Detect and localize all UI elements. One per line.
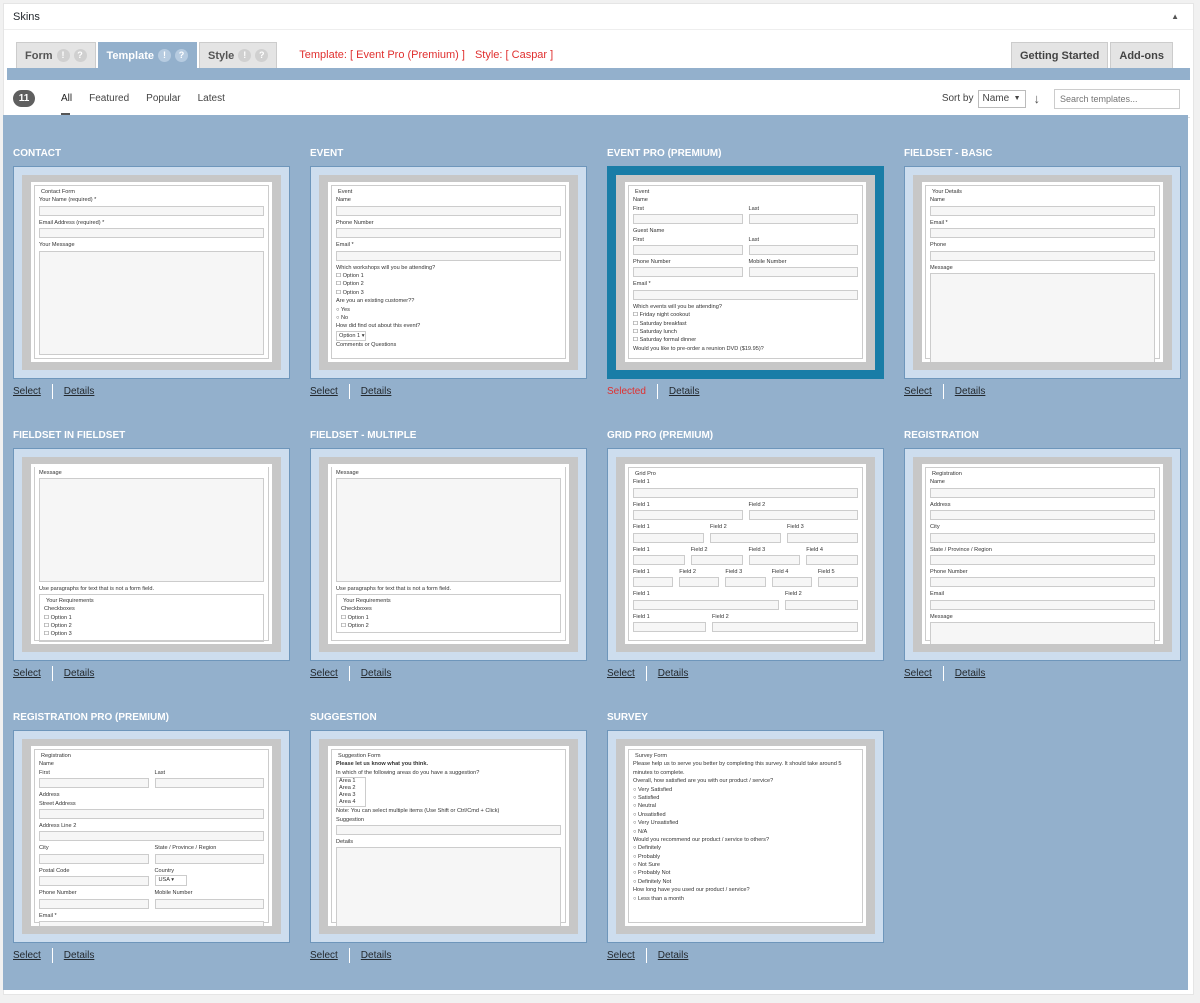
panel-header[interactable]: Skins ▲ <box>4 4 1193 30</box>
info-icon[interactable]: ! <box>238 49 252 62</box>
filter-bar: 11 All Featured Popular Latest Sort by N… <box>7 80 1190 118</box>
tab-add-ons[interactable]: Add-ons <box>1110 42 1173 68</box>
tab-bar: Form ! ? Template ! ? Style ! ? Template… <box>4 30 1193 68</box>
select-link[interactable]: Select <box>607 668 635 679</box>
select-link[interactable]: Select <box>904 668 932 679</box>
template-card-fieldset-basic: FIELDSET - BASIC Your Details Name Email… <box>904 148 1184 399</box>
card-title: CONTACT <box>13 148 62 159</box>
select-link[interactable]: Select <box>13 386 41 397</box>
details-link[interactable]: Details <box>361 386 392 397</box>
template-preview[interactable]: Event Name First Last Guest Name First Las… <box>607 166 884 379</box>
details-link[interactable]: Details <box>64 950 95 961</box>
select-link[interactable]: Select <box>13 668 41 679</box>
template-preview[interactable]: Survey Form Please help us to serve you … <box>607 730 884 943</box>
template-card-registration: REGISTRATION Registration Name Address C… <box>904 430 1184 681</box>
tab-form[interactable]: Form ! ? <box>16 42 96 68</box>
card-title: SUGGESTION <box>310 712 377 723</box>
select-link[interactable]: Select <box>13 950 41 961</box>
info-icon[interactable]: ! <box>157 49 171 62</box>
template-card-registration-pro: REGISTRATION PRO (PREMIUM) Registration … <box>13 712 293 963</box>
details-link[interactable]: Details <box>658 950 689 961</box>
card-title: REGISTRATION PRO (PREMIUM) <box>13 712 169 723</box>
tab-underline <box>7 68 1190 80</box>
template-preview[interactable]: Contact Form Your Name (required) * Emai… <box>13 166 290 379</box>
details-link[interactable]: Details <box>64 668 95 679</box>
template-preview[interactable]: Event Name Phone Number Email * Which wo… <box>310 166 587 379</box>
card-title: FIELDSET - BASIC <box>904 148 993 159</box>
template-card-survey: SURVEY Survey Form Please help us to ser… <box>607 712 887 963</box>
tab-style[interactable]: Style ! ? <box>198 42 278 68</box>
help-icon[interactable]: ? <box>255 49 269 62</box>
current-selection-info: Template: [ Event Pro (Premium) ] Style: … <box>299 49 554 61</box>
template-count-badge: 11 <box>13 90 35 107</box>
details-link[interactable]: Details <box>955 386 986 397</box>
details-link[interactable]: Details <box>64 386 95 397</box>
template-preview[interactable]: Registration Name Address City State / P… <box>904 448 1181 661</box>
template-card-grid-pro: GRID PRO (PREMIUM) Grid Pro Field 1 Fiel… <box>607 430 887 681</box>
card-title: FIELDSET - MULTIPLE <box>310 430 417 441</box>
template-preview[interactable]: Message Use paragraphs for text that is … <box>310 448 587 661</box>
select-link[interactable]: Select <box>310 668 338 679</box>
details-link[interactable]: Details <box>955 668 986 679</box>
help-icon[interactable]: ? <box>73 49 87 62</box>
tab-template[interactable]: Template ! ? <box>97 42 197 68</box>
card-title: REGISTRATION <box>904 430 979 441</box>
card-title: EVENT PRO (PREMIUM) <box>607 148 722 159</box>
caret-down-icon: ▼ <box>1013 95 1021 102</box>
template-preview[interactable]: Your Details Name Email * Phone Message <box>904 166 1181 379</box>
right-tabs: Getting Started Add-ons <box>1009 42 1173 68</box>
card-title: FIELDSET IN FIELDSET <box>13 430 126 441</box>
template-card-event: EVENT Event Name Phone Number Email * Wh… <box>310 148 590 399</box>
template-preview[interactable]: Suggestion Form Please let us know what … <box>310 730 587 943</box>
panel-title: Skins <box>13 10 40 23</box>
template-card-suggestion: SUGGESTION Suggestion Form Please let us… <box>310 712 590 963</box>
template-preview[interactable]: Message Use paragraphs for text that is … <box>13 448 290 661</box>
card-title: SURVEY <box>607 712 648 723</box>
card-title: EVENT <box>310 148 344 159</box>
details-link[interactable]: Details <box>658 668 689 679</box>
select-link[interactable]: Select <box>310 386 338 397</box>
template-preview[interactable]: Registration Name First Last Address Stre… <box>13 730 290 943</box>
template-grid: CONTACT Contact Form Your Name (required… <box>3 115 1188 990</box>
select-link[interactable]: Select <box>607 950 635 961</box>
filter-latest[interactable]: Latest <box>198 93 225 104</box>
sort-direction-icon[interactable]: ↓ <box>1034 91 1041 106</box>
template-card-fieldset-multiple: FIELDSET - MULTIPLE Message Use paragrap… <box>310 430 590 681</box>
filter-popular[interactable]: Popular <box>146 93 180 104</box>
help-icon[interactable]: ? <box>174 49 188 62</box>
search-templates-input[interactable] <box>1054 88 1180 109</box>
details-link[interactable]: Details <box>669 386 700 397</box>
filter-featured[interactable]: Featured <box>89 93 129 104</box>
collapse-arrow-icon[interactable]: ▲ <box>1171 12 1179 21</box>
filter-all[interactable]: All <box>61 93 72 116</box>
sort-select[interactable]: Name ▼ <box>977 89 1026 108</box>
template-card-event-pro: EVENT PRO (PREMIUM) Event Name First Last… <box>607 148 887 399</box>
select-link[interactable]: Select <box>310 950 338 961</box>
details-link[interactable]: Details <box>361 950 392 961</box>
tab-getting-started[interactable]: Getting Started <box>1010 42 1109 68</box>
sort-controls: Sort by Name ▼ ↓ <box>941 88 1180 109</box>
selected-label: Selected <box>607 386 646 397</box>
card-title: GRID PRO (PREMIUM) <box>607 430 714 441</box>
select-link[interactable]: Select <box>904 386 932 397</box>
template-card-contact: CONTACT Contact Form Your Name (required… <box>13 148 293 399</box>
details-link[interactable]: Details <box>361 668 392 679</box>
template-card-fieldset-in-fieldset: FIELDSET IN FIELDSET Message Use paragra… <box>13 430 293 681</box>
info-icon[interactable]: ! <box>56 49 70 62</box>
sort-label: Sort by <box>941 93 974 104</box>
template-preview[interactable]: Grid Pro Field 1 Field 1 Field 2 Field 1F… <box>607 448 884 661</box>
